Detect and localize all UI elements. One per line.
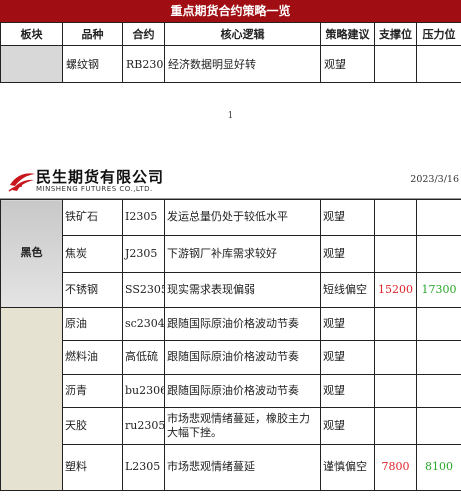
product-cell: 不锈钢 [62, 272, 123, 308]
table-row: 不锈钢 SS2305 现实需求表现偏弱 短线偏空 15200 17300 [1, 272, 461, 308]
resistance-cell: 8100 [416, 444, 461, 491]
strategy-cell: 观望 [320, 199, 375, 236]
product-cell: 螺纹钢 [62, 45, 123, 83]
support-cell [374, 235, 417, 273]
header-logic: 核心逻辑 [164, 22, 321, 46]
resistance-cell [416, 45, 461, 83]
logic-cell: 跟随国际原油价格波动节奏 [164, 340, 321, 375]
contract-cell: 高低硫 [122, 340, 165, 375]
contract-cell: RB2305 [122, 45, 165, 83]
product-cell: 天胶 [62, 407, 123, 445]
support-cell: 7800 [374, 444, 417, 491]
strategy-cell: 短线偏空 [320, 272, 375, 308]
table-row: 塑料 L2305 市场悲观情绪蔓延 谨慎偏空 7800 8100 [1, 444, 461, 491]
resistance-cell [416, 307, 461, 341]
contract-cell: SS2305 [122, 272, 165, 308]
strategy-cell: 观望 [320, 307, 375, 341]
strategy-cell: 观望 [320, 374, 375, 408]
logic-cell: 跟随国际原油价格波动节奏 [164, 307, 321, 341]
contract-cell: bu2306 [122, 374, 165, 408]
company-logo: 民生期货有限公司 MINSHENG FUTURES CO.,LTD. [8, 166, 178, 196]
resistance-cell [416, 235, 461, 273]
logic-cell: 跟随国际原油价格波动节奏 [164, 374, 321, 408]
header-product: 品种 [62, 22, 123, 46]
table-row: 天胶 ru2305 市场悲观情绪蔓延，橡胶主力大幅下挫。 观望 [1, 407, 461, 445]
support-cell [374, 340, 417, 375]
support-cell [374, 407, 417, 445]
product-cell: 铁矿石 [62, 199, 123, 236]
logic-cell: 下游钢厂补库需求较好 [164, 235, 321, 273]
support-cell [374, 374, 417, 408]
resistance-cell [416, 407, 461, 445]
table-header-row: 板块 品种 合约 核心逻辑 策略建议 支撑位 压力位 [0, 22, 461, 46]
product-cell: 沥青 [62, 374, 123, 408]
resistance-cell [416, 374, 461, 408]
logic-cell: 发运总量仍处于较低水平 [164, 199, 321, 236]
contract-cell: L2305 [122, 444, 165, 491]
contract-cell: ru2305 [122, 407, 165, 445]
minsheng-logo-icon [8, 173, 35, 192]
table-row: 原油 sc2304 跟随国际原油价格波动节奏 观望 [0, 307, 461, 491]
logic-cell: 市场悲观情绪蔓延 [164, 444, 321, 491]
sector-cell-energy-chemical [0, 307, 63, 491]
logic-cell: 经济数据明显好转 [164, 45, 321, 83]
product-cell: 原油 [62, 307, 123, 341]
logic-cell: 现实需求表现偏弱 [164, 272, 321, 308]
strategy-table-page1: 板块 品种 合约 核心逻辑 策略建议 支撑位 压力位 螺纹钢 RB2305 经济… [0, 22, 461, 83]
resistance-cell: 17300 [416, 272, 461, 308]
product-cell: 焦炭 [62, 235, 123, 273]
strategy-table-page2: 黑色 铁矿石 I2305 发运总量仍处于较低水平 观望 焦炭 J2305 下游钢… [0, 199, 461, 491]
strategy-cell: 观望 [320, 45, 375, 83]
contract-cell: J2305 [122, 235, 165, 273]
logo-chinese-name: 民生期货有限公司 [36, 168, 165, 186]
sector-cell [0, 45, 63, 83]
header-sector: 板块 [0, 22, 63, 46]
table-row: 焦炭 J2305 下游钢厂补库需求较好 观望 [1, 235, 461, 273]
strategy-cell: 观望 [320, 340, 375, 375]
header-resistance: 压力位 [416, 22, 461, 46]
product-cell: 塑料 [62, 444, 123, 491]
header-strategy: 策略建议 [320, 22, 375, 46]
strategy-cell: 谨慎偏空 [320, 444, 375, 491]
page-title: 重点期货合约策略一览 [0, 0, 461, 22]
sector-cell-black: 黑色 [0, 199, 63, 308]
strategy-cell: 观望 [320, 407, 375, 445]
strategy-cell: 观望 [320, 235, 375, 273]
table-row: 沥青 bu2306 跟随国际原油价格波动节奏 观望 [1, 374, 461, 408]
support-cell: 15200 [374, 272, 417, 308]
support-cell [374, 307, 417, 341]
table-row: 黑色 铁矿石 I2305 发运总量仍处于较低水平 观望 [0, 199, 461, 308]
table-row: 燃料油 高低硫 跟随国际原油价格波动节奏 观望 [1, 340, 461, 375]
page-number: 1 [227, 111, 234, 121]
support-cell [374, 199, 417, 236]
header-contract: 合约 [122, 22, 165, 46]
product-cell: 燃料油 [62, 340, 123, 375]
contract-cell: I2305 [122, 199, 165, 236]
logo-english-name: MINSHENG FUTURES CO.,LTD. [36, 185, 153, 193]
report-date: 2023/3/16 [410, 174, 459, 185]
table-row: 螺纹钢 RB2305 经济数据明显好转 观望 [0, 45, 461, 83]
resistance-cell [416, 199, 461, 236]
resistance-cell [416, 340, 461, 375]
header-support: 支撑位 [374, 22, 417, 46]
contract-cell: sc2304 [122, 307, 165, 341]
logic-cell: 市场悲观情绪蔓延，橡胶主力大幅下挫。 [164, 407, 321, 445]
support-cell [374, 45, 417, 83]
